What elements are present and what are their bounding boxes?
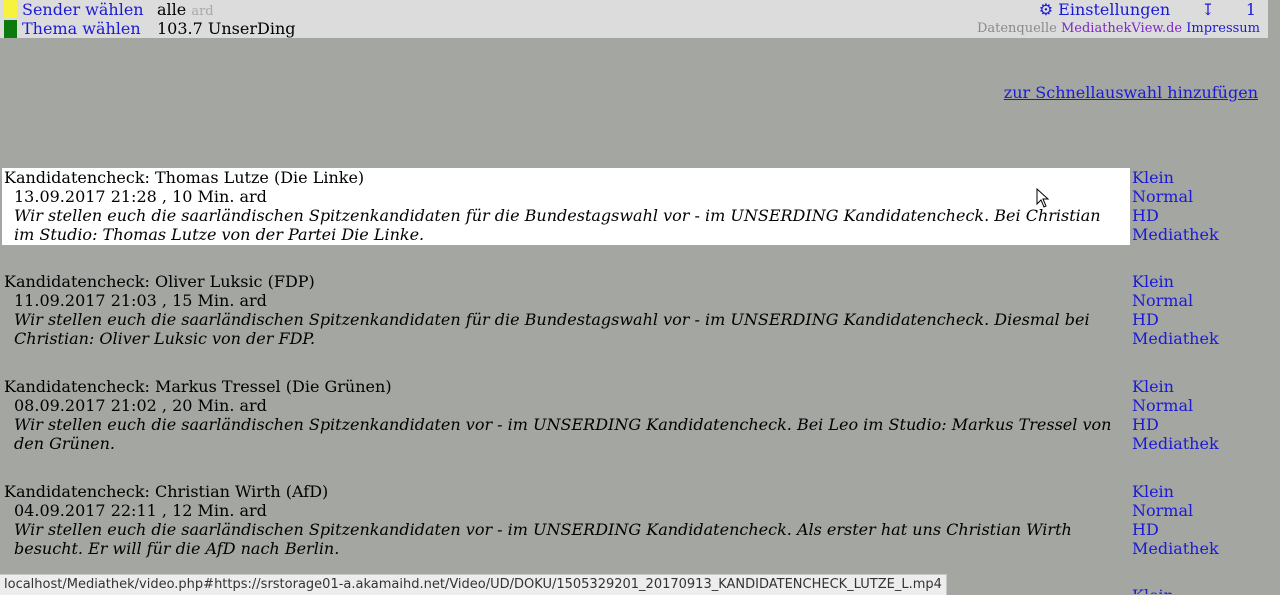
entry-description: Wir stellen euch die saarländischen Spit… — [14, 310, 1090, 348]
normal-link[interactable]: Normal — [1132, 187, 1219, 206]
list-item: Kandidatencheck: Christian Wirth (AfD) 0… — [2, 482, 1130, 558]
entry-links: Klein Normal HD Mediathek — [1132, 377, 1219, 453]
klein-link[interactable]: Klein — [1132, 482, 1219, 501]
entry-meta: 13.09.2017 21:28 , 10 Min. ard — [14, 187, 267, 206]
thema-value: 103.7 UnserDing — [157, 19, 296, 38]
mouse-cursor-icon — [1036, 188, 1050, 208]
sender-row: Sender wählen alle ard ⚙ Einstellungen ↧… — [0, 0, 1268, 19]
scrollbar[interactable] — [1268, 0, 1280, 594]
source-link[interactable]: MediathekView.de — [1061, 21, 1182, 36]
quick-add-link[interactable]: zur Schnellauswahl hinzufügen — [1004, 83, 1258, 102]
hd-link[interactable]: HD — [1132, 520, 1219, 539]
entry-meta: 08.09.2017 21:02 , 20 Min. ard — [14, 396, 267, 415]
sort-icon[interactable]: ↧ — [1201, 0, 1214, 19]
entry-title: Kandidatencheck: Thomas Lutze (Die Linke… — [4, 168, 365, 187]
normal-link[interactable]: Normal — [1132, 501, 1219, 520]
klein-link[interactable]: Klein — [1132, 272, 1219, 291]
entry-description: Wir stellen euch die saarländischen Spit… — [14, 520, 1072, 558]
entry-description: Wir stellen euch die saarländischen Spit… — [14, 415, 1112, 453]
sender-value: alle ard — [157, 0, 214, 21]
thema-color-swatch — [4, 20, 17, 38]
klein-link[interactable]: Klein — [1132, 168, 1219, 187]
entry-links: Klein Normal HD Mediathek — [1132, 168, 1219, 244]
hd-link[interactable]: HD — [1132, 415, 1219, 434]
page-number[interactable]: 1 — [1246, 0, 1256, 19]
klein-link[interactable]: Klein — [1132, 586, 1174, 594]
list-item: Kandidatencheck: Oliver Luksic (FDP) 11.… — [2, 272, 1130, 348]
top-bar: Sender wählen alle ard ⚙ Einstellungen ↧… — [0, 0, 1268, 38]
entry-title: Kandidatencheck: Oliver Luksic (FDP) — [4, 272, 315, 291]
sender-value-text: alle — [157, 0, 187, 19]
normal-link[interactable]: Normal — [1132, 291, 1219, 310]
mediathek-link[interactable]: Mediathek — [1132, 539, 1219, 558]
entry-title: Kandidatencheck: Markus Tressel (Die Grü… — [4, 377, 392, 396]
entry-links: Klein Normal HD Mediathek — [1132, 482, 1219, 558]
entry-title: Kandidatencheck: Christian Wirth (AfD) — [4, 482, 329, 501]
klein-link[interactable]: Klein — [1132, 377, 1219, 396]
top-right-controls: ⚙ Einstellungen ↧ 1 — [1039, 0, 1256, 19]
hd-link[interactable]: HD — [1132, 310, 1219, 329]
impressum-link[interactable]: Impressum — [1186, 21, 1260, 36]
settings-link[interactable]: ⚙ Einstellungen — [1039, 0, 1171, 19]
list-item: Kandidatencheck: Markus Tressel (Die Grü… — [2, 377, 1130, 453]
thema-select-link[interactable]: Thema wählen — [22, 19, 141, 38]
sender-sub: ard — [191, 4, 214, 19]
sender-select-link[interactable]: Sender wählen — [22, 0, 144, 19]
source-prefix: Datenquelle — [976, 21, 1057, 36]
mediathek-link[interactable]: Mediathek — [1132, 434, 1219, 453]
entry-meta: 11.09.2017 21:03 , 15 Min. ard — [14, 291, 267, 310]
mediathek-link[interactable]: Mediathek — [1132, 225, 1219, 244]
sender-color-swatch — [4, 0, 17, 18]
status-bar-url: localhost/Mediathek/video.php#https://sr… — [0, 574, 947, 595]
mediathek-link[interactable]: Mediathek — [1132, 329, 1219, 348]
hd-link[interactable]: HD — [1132, 206, 1219, 225]
entry-links: Klein Normal HD Mediathek — [1132, 272, 1219, 348]
list-item: Kandidatencheck: Thomas Lutze (Die Linke… — [2, 168, 1130, 245]
entry-links-partial: Klein — [1132, 586, 1174, 594]
entry-description: Wir stellen euch die saarländischen Spit… — [14, 206, 1101, 244]
normal-link[interactable]: Normal — [1132, 396, 1219, 415]
source-line: Datenquelle MediathekView.de Impressum — [977, 20, 1260, 38]
entry-meta: 04.09.2017 22:11 , 12 Min. ard — [14, 501, 267, 520]
